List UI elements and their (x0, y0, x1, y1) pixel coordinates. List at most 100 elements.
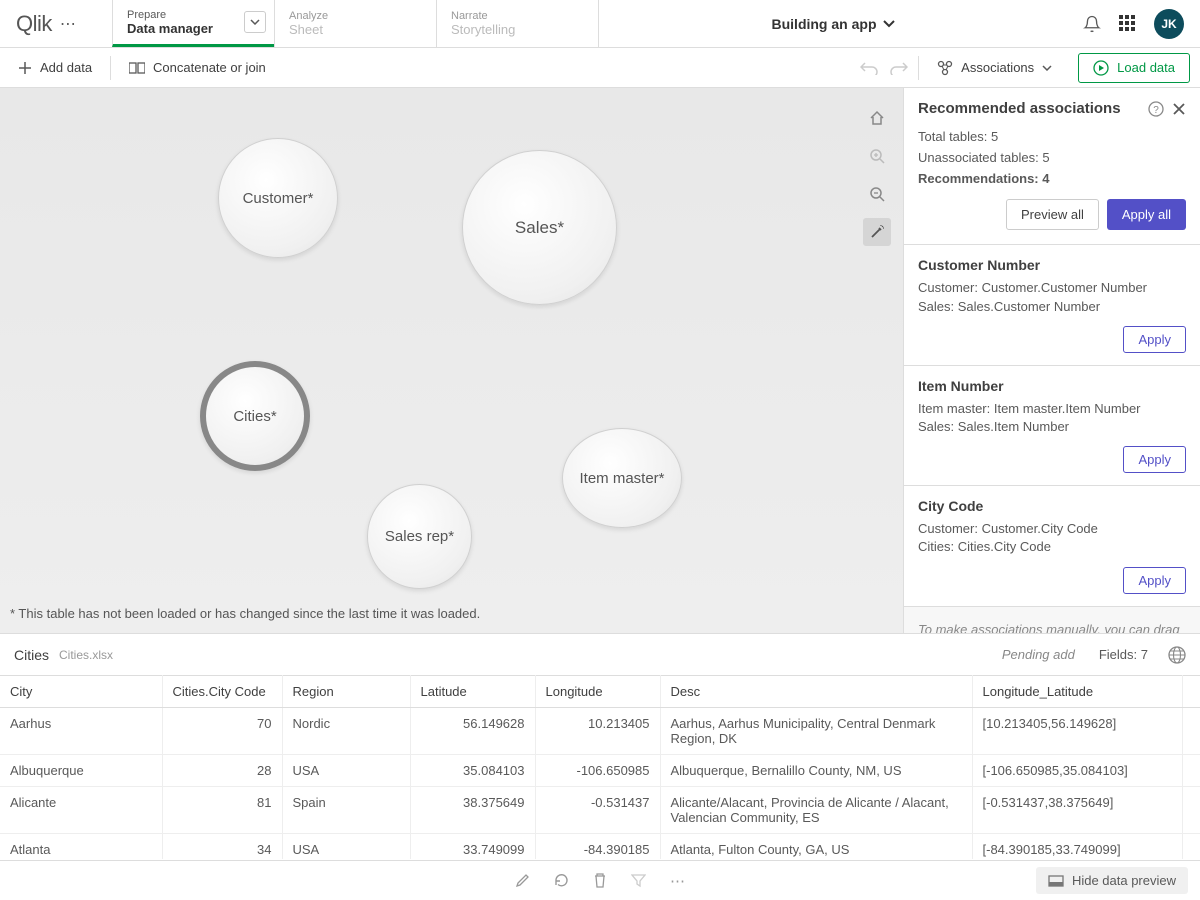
load-data-label: Load data (1117, 60, 1175, 75)
table-cell: -106.650985 (535, 755, 660, 787)
chevron-down-icon (883, 20, 895, 28)
apply-all-button[interactable]: Apply all (1107, 199, 1186, 230)
table-cell: -0.531437 (535, 787, 660, 834)
nav-tab-category: Analyze (289, 10, 422, 22)
table-bubble-sales-rep[interactable]: Sales rep* (367, 484, 472, 589)
table-cell: 28 (162, 755, 282, 787)
plus-icon (18, 61, 32, 75)
nav-tab-label: Storytelling (451, 22, 584, 37)
column-header[interactable]: Region (282, 676, 410, 708)
table-cell: 35.084103 (410, 755, 535, 787)
preview-status: Pending add (1002, 647, 1075, 662)
table-cell: -84.390185 (535, 834, 660, 860)
filter-icon[interactable] (631, 873, 646, 888)
table-row[interactable]: Aarhus70Nordic56.14962810.213405Aarhus, … (0, 708, 1200, 755)
add-data-button[interactable]: Add data (10, 56, 100, 79)
table-cell: 81 (162, 787, 282, 834)
table-cell: 70 (162, 708, 282, 755)
hide-data-preview-button[interactable]: Hide data preview (1036, 867, 1188, 894)
add-data-label: Add data (40, 60, 92, 75)
play-icon (1093, 60, 1109, 76)
magic-wand-icon[interactable] (863, 218, 891, 246)
app-more-icon[interactable]: ⋯ (60, 14, 76, 34)
associations-dropdown[interactable]: Associations (929, 56, 1060, 80)
table-cell: Albuquerque, Bernalillo County, NM, US (660, 755, 972, 787)
nav-tab-narrate[interactable]: Narrate Storytelling (436, 0, 598, 47)
table-row[interactable]: Atlanta34USA33.749099-84.390185Atlanta, … (0, 834, 1200, 860)
recommendation-title: Item Number (918, 378, 1186, 394)
recommendation-card: Item Number Item master: Item master.Ite… (904, 365, 1200, 485)
table-cell: USA (282, 755, 410, 787)
nav-tab-prepare[interactable]: Prepare Data manager (112, 0, 274, 47)
table-bubble-cities[interactable]: Cities* (200, 361, 310, 471)
user-avatar[interactable]: JK (1154, 9, 1184, 39)
concatenate-button[interactable]: Concatenate or join (121, 56, 274, 79)
table-bubble-sales[interactable]: Sales* (462, 150, 617, 305)
globe-icon[interactable] (1168, 646, 1186, 664)
reload-icon[interactable] (554, 873, 569, 888)
concatenate-icon (129, 61, 145, 75)
table-cell: Alicante (0, 787, 162, 834)
edit-icon[interactable] (515, 873, 530, 888)
table-cell: 38.375649 (410, 787, 535, 834)
table-cell: Atlanta (0, 834, 162, 860)
apply-button[interactable]: Apply (1123, 446, 1186, 473)
home-icon[interactable] (863, 104, 891, 132)
nav-tab-label: Data manager (127, 21, 260, 36)
table-cell: Aarhus (0, 708, 162, 755)
nav-tab-analyze[interactable]: Analyze Sheet (274, 0, 436, 47)
table-bubble-customer[interactable]: Customer* (218, 138, 338, 258)
associations-icon (937, 60, 953, 76)
table-cell: Nordic (282, 708, 410, 755)
column-header[interactable]: Latitude (410, 676, 535, 708)
nav-tab-category: Prepare (127, 9, 260, 21)
preview-filename: Cities.xlsx (59, 648, 113, 662)
table-cell: Albuquerque (0, 755, 162, 787)
column-header[interactable]: Longitude (535, 676, 660, 708)
column-header[interactable]: Cities.City Code (162, 676, 282, 708)
delete-icon[interactable] (593, 873, 607, 888)
nav-tab-dropdown-icon[interactable] (244, 11, 266, 33)
help-icon[interactable]: ? (1148, 101, 1164, 117)
canvas-footnote: * This table has not been loaded or has … (10, 606, 480, 621)
table-row[interactable]: Alicante81Spain38.375649-0.531437Alicant… (0, 787, 1200, 834)
app-logo: Qlik (16, 11, 52, 37)
redo-icon (890, 61, 908, 75)
apps-grid-icon[interactable] (1119, 15, 1136, 32)
recommendations-panel: Recommended associations ? Total tables:… (903, 88, 1200, 633)
table-row[interactable]: Albuquerque28USA35.084103-106.650985Albu… (0, 755, 1200, 787)
panel-footer-hint: To make associations manually, you can d… (904, 606, 1200, 633)
table-bubble-item-master[interactable]: Item master* (562, 428, 682, 528)
zoom-in-icon[interactable] (863, 142, 891, 170)
nav-tab-category: Narrate (451, 10, 584, 22)
column-header[interactable]: Longitude_Latitude (972, 676, 1182, 708)
recommendation-card: City Code Customer: Customer.City Code C… (904, 485, 1200, 605)
table-cell: Alicante/Alacant, Provincia de Alicante … (660, 787, 972, 834)
column-header[interactable]: City (0, 676, 162, 708)
zoom-out-icon[interactable] (863, 180, 891, 208)
apply-button[interactable]: Apply (1123, 567, 1186, 594)
hide-preview-label: Hide data preview (1072, 873, 1176, 888)
column-header[interactable]: Desc (660, 676, 972, 708)
table-cell: [-0.531437,38.375649] (972, 787, 1182, 834)
notifications-icon[interactable] (1083, 15, 1101, 33)
table-cell: 33.749099 (410, 834, 535, 860)
load-data-button[interactable]: Load data (1078, 53, 1190, 83)
close-icon[interactable] (1172, 102, 1186, 116)
preview-table-name: Cities (14, 647, 49, 663)
chevron-down-icon (1042, 65, 1052, 71)
recommendation-title: Customer Number (918, 257, 1186, 273)
nav-tab-label: Sheet (289, 22, 422, 37)
panel-title: Recommended associations (918, 100, 1140, 117)
more-icon[interactable]: ⋯ (670, 872, 685, 890)
table-cell: [-84.390185,33.749099] (972, 834, 1182, 860)
svg-text:?: ? (1153, 105, 1159, 116)
associations-canvas[interactable]: Customer* Sales* Cities* Item master* Sa… (0, 88, 903, 633)
app-title-dropdown[interactable]: Building an app (598, 0, 1067, 47)
apply-button[interactable]: Apply (1123, 326, 1186, 353)
associations-label: Associations (961, 60, 1034, 75)
app-title: Building an app (772, 16, 877, 32)
table-cell: 10.213405 (535, 708, 660, 755)
table-cell: 56.149628 (410, 708, 535, 755)
preview-all-button[interactable]: Preview all (1006, 199, 1099, 230)
